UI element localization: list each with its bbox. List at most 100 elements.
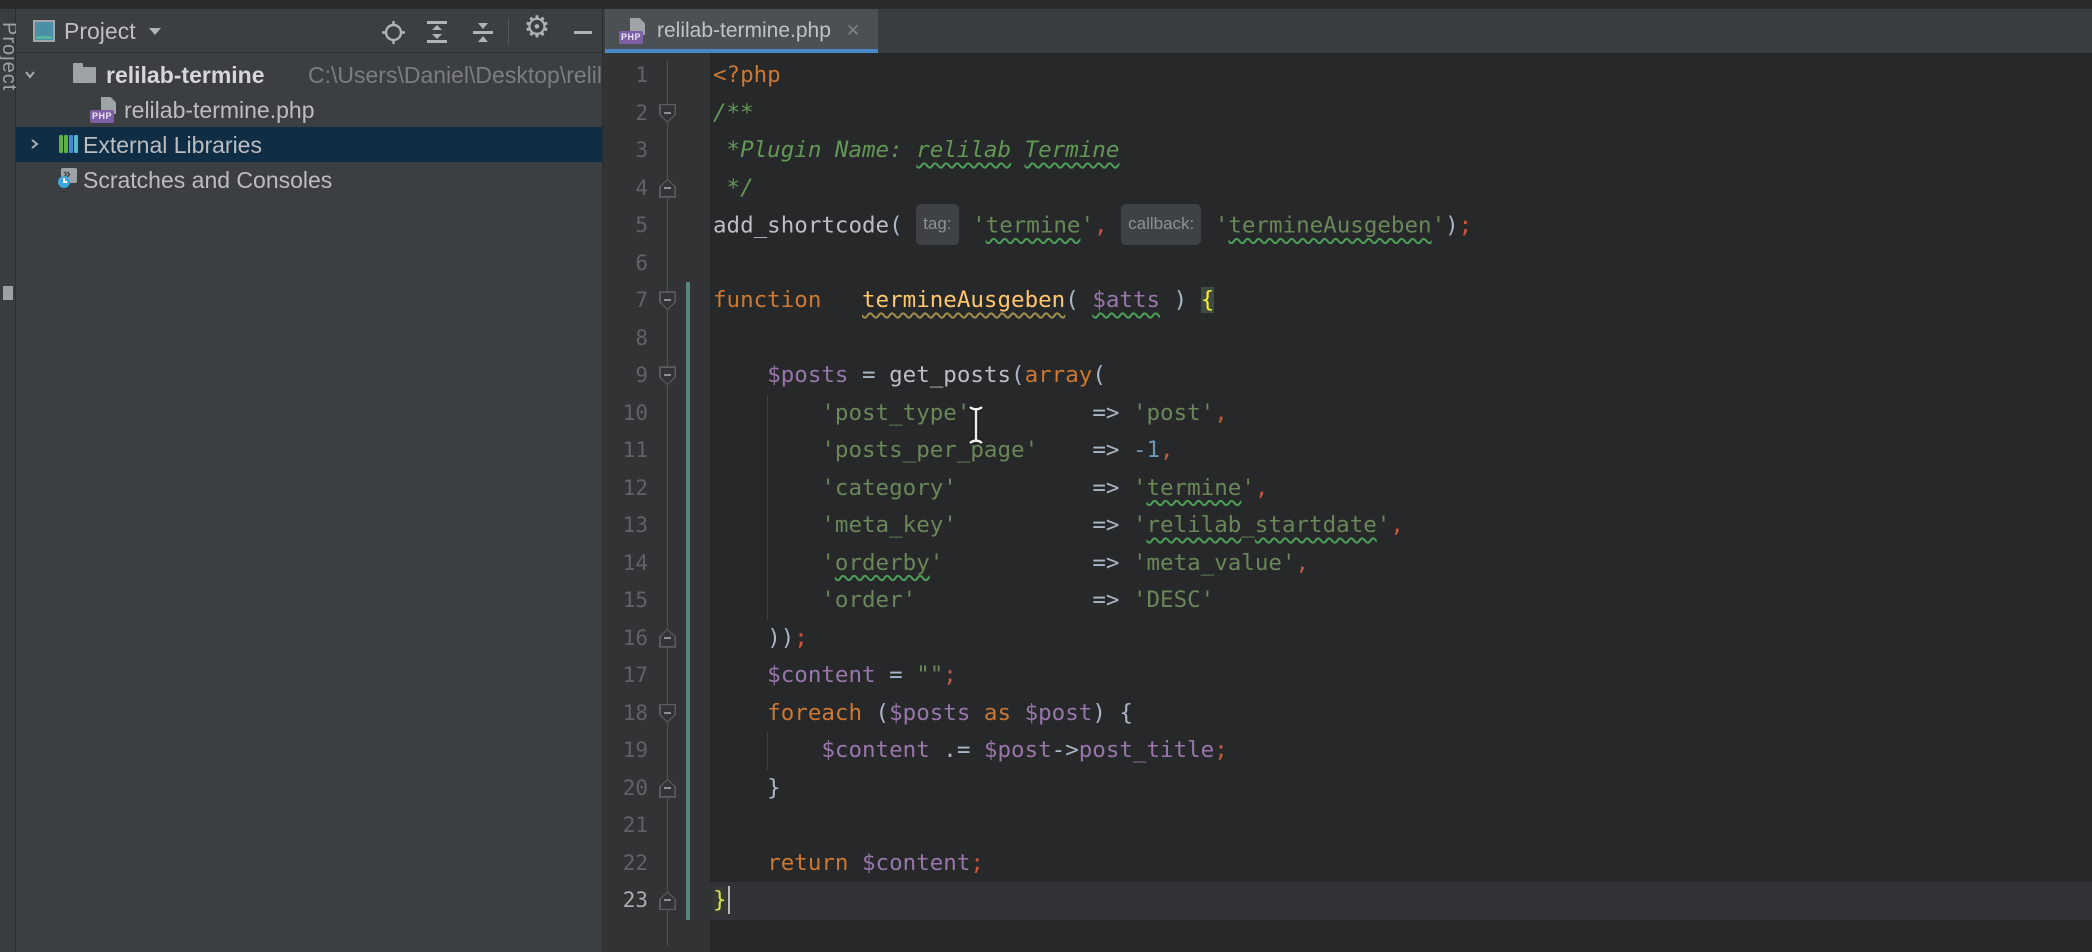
toolwindow-bar[interactable]: Project bbox=[0, 0, 16, 952]
code-token: 'order' bbox=[821, 587, 916, 613]
code-token: ; bbox=[1459, 212, 1473, 238]
close-icon[interactable]: ✕ bbox=[846, 21, 860, 41]
tree-item-scratches[interactable]: Scratches and Consoles bbox=[16, 162, 603, 197]
chevron-down-icon[interactable] bbox=[22, 66, 38, 82]
line-number: 19 bbox=[603, 732, 648, 770]
chevron-right-icon[interactable] bbox=[26, 136, 42, 152]
toolwindow-stripe-icon[interactable] bbox=[3, 286, 13, 300]
code-token: $content bbox=[767, 662, 875, 688]
code-token: 'post_type' bbox=[821, 400, 970, 426]
crosshair-target-icon bbox=[380, 19, 407, 46]
code-token bbox=[916, 587, 1092, 613]
code-token bbox=[713, 662, 767, 688]
code-token bbox=[713, 587, 821, 613]
project-panel: Project ⚙ bbox=[16, 9, 603, 952]
tree-item-external-libraries[interactable]: External Libraries bbox=[16, 127, 603, 162]
line-number: 8 bbox=[603, 320, 648, 358]
code-line: 'meta_key' => 'relilab_startdate', bbox=[713, 507, 1404, 545]
code-line: <?php bbox=[713, 57, 781, 95]
code-token: )) bbox=[767, 625, 794, 651]
code-token: 'meta_value' bbox=[1133, 550, 1296, 576]
code-token: } bbox=[713, 775, 781, 801]
code-line: } bbox=[713, 882, 727, 920]
line-number: 2 bbox=[603, 95, 648, 133]
gear-icon: ⚙ bbox=[524, 13, 551, 43]
code-token: , bbox=[1094, 212, 1108, 238]
code-token: Termine bbox=[1025, 137, 1120, 163]
code-line: /** bbox=[713, 95, 754, 133]
line-number: 15 bbox=[603, 582, 648, 620]
code-token: = bbox=[848, 362, 889, 388]
code-line: $content = ""; bbox=[713, 657, 957, 695]
code-token bbox=[943, 550, 1092, 576]
parameter-hint: callback: bbox=[1121, 204, 1201, 245]
libraries-icon bbox=[59, 134, 79, 154]
code-token bbox=[1038, 437, 1092, 463]
code-token bbox=[713, 437, 821, 463]
code-token: ' bbox=[1377, 512, 1391, 538]
code-line: } bbox=[713, 770, 781, 808]
line-number: 4 bbox=[603, 170, 648, 208]
locate-file-button[interactable] bbox=[378, 17, 408, 47]
line-number: 5 bbox=[603, 207, 648, 245]
parameter-hint: tag: bbox=[916, 204, 958, 245]
code-token bbox=[848, 850, 862, 876]
line-number: 20 bbox=[603, 770, 648, 808]
code-token: ( bbox=[1011, 362, 1025, 388]
code-token: => bbox=[1092, 475, 1133, 501]
project-view-icon bbox=[33, 20, 55, 42]
line-number: 7 bbox=[603, 282, 648, 320]
code-token: = bbox=[876, 662, 917, 688]
code-token bbox=[713, 625, 767, 651]
code-line: function termineAusgeben( $atts ) { bbox=[713, 282, 1214, 320]
expand-all-icon bbox=[424, 19, 450, 45]
code-token: startdate bbox=[1255, 512, 1377, 538]
code-token: ' bbox=[1133, 512, 1147, 538]
code-token: get_posts bbox=[889, 362, 1011, 388]
tab-relilab-termine[interactable]: PHP relilab-termine.php ✕ bbox=[605, 9, 878, 53]
editor-tab-bar: PHP relilab-termine.php ✕ bbox=[603, 9, 2092, 53]
toolbar-divider bbox=[508, 18, 509, 45]
code-token: ; bbox=[970, 850, 984, 876]
code-editor-surface[interactable]: <?php/** *Plugin Name: relilab Termine *… bbox=[713, 53, 2092, 952]
code-token bbox=[1108, 212, 1122, 238]
editor-area: PHP relilab-termine.php ✕ 12345678910111… bbox=[603, 9, 2092, 952]
code-token: , bbox=[1296, 550, 1310, 576]
code-token: ' bbox=[930, 550, 944, 576]
code-token: *Plugin Name: bbox=[713, 137, 916, 163]
code-line: add_shortcode( tag: 'termine', callback:… bbox=[713, 207, 1472, 245]
code-token: post_title bbox=[1079, 737, 1214, 763]
code-token: orderby bbox=[835, 550, 930, 576]
project-panel-title: Project bbox=[64, 18, 136, 45]
collapse-all-icon bbox=[470, 19, 496, 45]
chevron-down-icon[interactable] bbox=[148, 27, 162, 36]
code-token: ' bbox=[1133, 475, 1147, 501]
code-token: , bbox=[1255, 475, 1269, 501]
code-token: ) { bbox=[1092, 700, 1133, 726]
code-token: $posts bbox=[767, 362, 848, 388]
code-token: ' bbox=[1432, 212, 1446, 238]
code-token: ' bbox=[1215, 212, 1229, 238]
code-token bbox=[713, 400, 821, 426]
code-token: 'category' bbox=[821, 475, 956, 501]
vcs-change-bar bbox=[686, 282, 690, 920]
hide-panel-button[interactable] bbox=[568, 17, 598, 47]
code-token bbox=[1201, 212, 1215, 238]
code-token: $post bbox=[1025, 700, 1093, 726]
tree-item-php-file[interactable]: PHP relilab-termine.php bbox=[16, 92, 603, 127]
code-token: ' bbox=[972, 212, 986, 238]
code-token bbox=[713, 550, 821, 576]
code-token: $post bbox=[984, 737, 1052, 763]
settings-button[interactable]: ⚙ bbox=[522, 13, 552, 43]
tree-item-project-root[interactable]: relilab-termine C:\Users\Daniel\Desktop\… bbox=[16, 57, 603, 92]
code-token: foreach bbox=[767, 700, 862, 726]
expand-all-button[interactable] bbox=[422, 17, 452, 47]
collapse-all-button[interactable] bbox=[468, 17, 498, 47]
line-number: 17 bbox=[603, 657, 648, 695]
php-file-icon: PHP bbox=[619, 18, 646, 44]
code-token: return bbox=[767, 850, 848, 876]
code-token bbox=[713, 475, 821, 501]
code-token: $posts bbox=[889, 700, 970, 726]
line-number: 11 bbox=[603, 432, 648, 470]
code-token: function bbox=[713, 287, 821, 313]
